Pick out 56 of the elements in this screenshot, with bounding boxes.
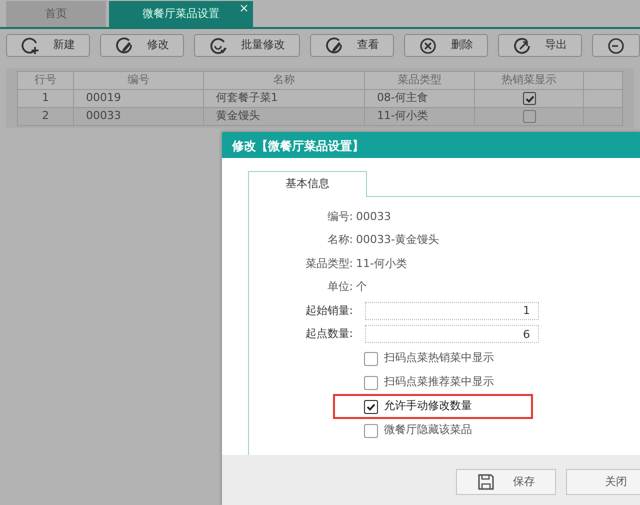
batch-edit-icon <box>209 36 227 54</box>
checkbox-label: 扫码点菜热销菜中显示 <box>384 350 494 366</box>
table-cell: 2 <box>18 108 74 126</box>
page-tab[interactable]: 微餐厅菜品设置 × <box>109 1 253 27</box>
column-header: 编号 <box>74 72 204 90</box>
column-header: 菜品类型 <box>364 72 474 90</box>
edit-icon <box>115 36 133 54</box>
save-icon <box>477 473 495 491</box>
field-label: 起点数量: <box>304 326 353 342</box>
edit-icon <box>325 36 343 54</box>
column-header: 热销菜显示 <box>474 72 584 90</box>
column-header: 名称 <box>203 72 364 90</box>
table-cell: 1 <box>18 90 74 108</box>
toolbar-button[interactable]: 修改 <box>100 34 184 57</box>
toolbar-button[interactable]: 查看 <box>310 34 394 57</box>
input-field[interactable]: 1 <box>365 302 539 320</box>
checkbox-label: 允许手动修改数量 <box>384 398 472 414</box>
toolbar-button[interactable] <box>592 34 640 57</box>
field-value: 11-何小类 <box>356 256 407 272</box>
save-button[interactable]: 保存 <box>456 469 556 495</box>
circle-icon <box>607 36 625 54</box>
field-label: 编号: <box>326 208 353 224</box>
input-field[interactable]: 6 <box>365 325 539 344</box>
dialog-title: 修改【微餐厅菜品设置】 <box>222 132 640 158</box>
checkbox[interactable] <box>522 92 536 105</box>
field-label: 名称: <box>326 232 353 248</box>
toolbar-button[interactable]: 新建 <box>6 34 90 57</box>
checkbox[interactable] <box>522 110 536 123</box>
column-header: 行号 <box>18 72 74 90</box>
close-button[interactable]: 关闭 <box>566 469 640 495</box>
field-value: 00033-黄金馒头 <box>356 232 439 248</box>
table-cell: 11-何小类 <box>364 108 474 126</box>
checkbox[interactable] <box>364 400 378 414</box>
checkbox[interactable] <box>364 352 378 366</box>
field-label: 菜品类型: <box>304 256 353 272</box>
toolbar-button[interactable]: 批量修改 <box>194 34 300 57</box>
table-cell: 黄金馒头 <box>203 108 364 126</box>
export-icon <box>513 36 531 54</box>
checkbox-label: 微餐厅隐藏该菜品 <box>384 422 472 438</box>
table-cell: 何套餐子菜1 <box>203 90 364 108</box>
table-cell: 08-何主食 <box>364 90 474 108</box>
toolbar-button[interactable]: 删除 <box>404 34 488 57</box>
field-label: 起始销量: <box>304 302 353 318</box>
field-label: 单位: <box>326 279 353 295</box>
delete-icon <box>419 36 437 54</box>
field-value: 个 <box>356 279 367 295</box>
toolbar-button[interactable]: 导出 <box>498 34 582 57</box>
table-cell: 00033 <box>74 108 204 126</box>
field-value: 00033 <box>356 208 391 224</box>
table-cell: 00019 <box>74 90 204 108</box>
add-icon <box>21 36 39 54</box>
checkbox-label: 扫码点菜推荐菜中显示 <box>384 374 494 390</box>
checkbox[interactable] <box>364 376 378 390</box>
dialog-tab[interactable]: 基本信息 <box>248 171 367 197</box>
checkbox[interactable] <box>364 424 378 438</box>
close-icon[interactable]: × <box>238 0 249 17</box>
